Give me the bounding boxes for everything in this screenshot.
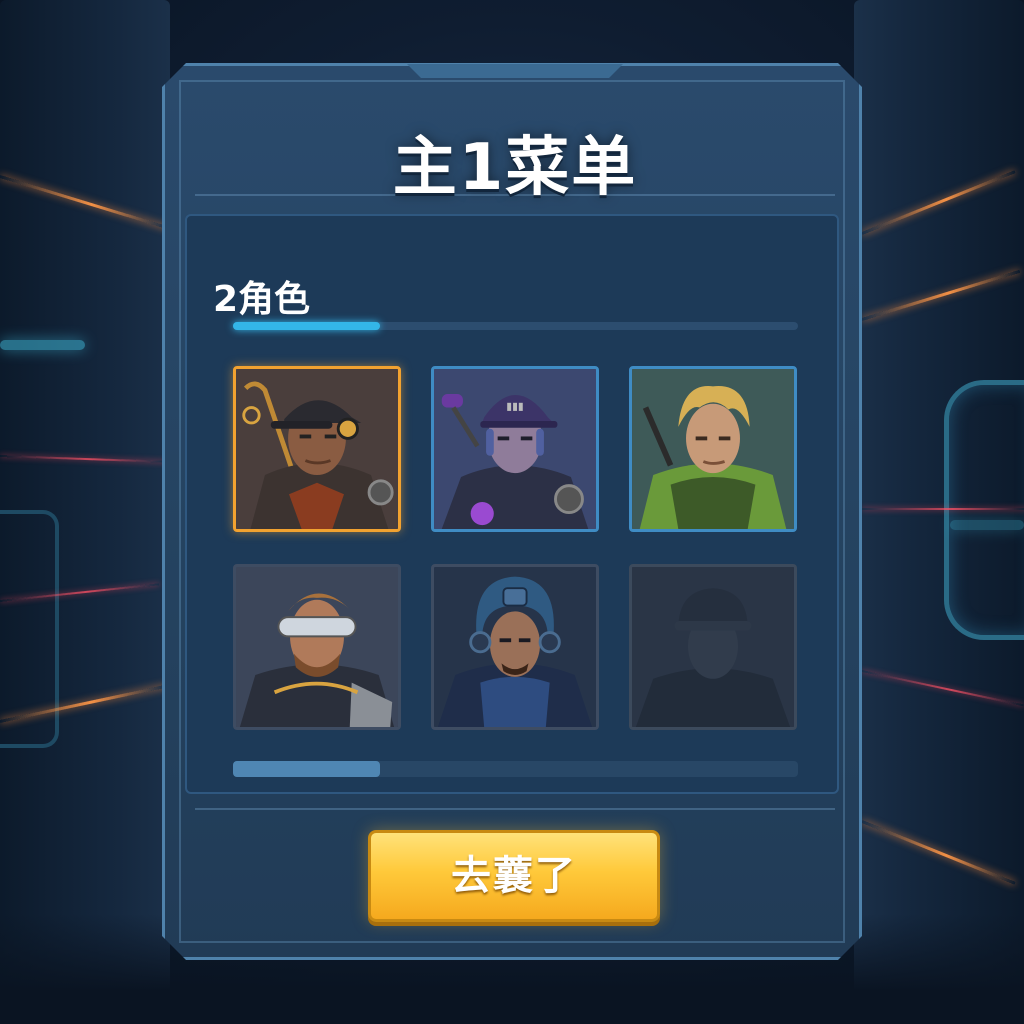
confirm-button[interactable]: 去蘘了 bbox=[368, 830, 660, 922]
character-portrait-2: ▮▮▮ bbox=[434, 369, 596, 529]
divider bbox=[195, 808, 835, 810]
svg-text:▮▮▮: ▮▮▮ bbox=[506, 400, 524, 412]
character-card-4[interactable] bbox=[233, 564, 401, 730]
character-card-3[interactable] bbox=[629, 366, 797, 532]
section-underline-fill bbox=[233, 322, 380, 330]
background-door-right bbox=[944, 380, 1024, 640]
page-title: 主1菜单 bbox=[392, 131, 638, 205]
main-menu-panel: 主1菜单 2角色 ▮▮▮ 去蘘了 bbox=[162, 63, 862, 960]
character-portrait-4 bbox=[236, 567, 398, 727]
section-title: 2角色 bbox=[213, 279, 311, 320]
panel-top-notch bbox=[407, 64, 623, 78]
character-portrait-3 bbox=[632, 369, 794, 529]
character-card-5[interactable] bbox=[431, 564, 599, 730]
scrollbar-thumb[interactable] bbox=[233, 761, 380, 777]
light-streak bbox=[862, 508, 1024, 510]
character-portrait-1 bbox=[236, 369, 398, 529]
character-portrait-5 bbox=[434, 567, 596, 727]
section-underline bbox=[233, 322, 798, 330]
character-portrait-6 bbox=[632, 567, 794, 727]
neon-light bbox=[0, 340, 85, 350]
character-card-2[interactable]: ▮▮▮ bbox=[431, 366, 599, 532]
character-card-1[interactable] bbox=[233, 366, 401, 532]
character-list-scrollbar[interactable] bbox=[233, 761, 798, 777]
character-card-6-locked[interactable] bbox=[629, 564, 797, 730]
neon-light bbox=[950, 520, 1024, 530]
character-grid: ▮▮▮ bbox=[233, 366, 798, 732]
